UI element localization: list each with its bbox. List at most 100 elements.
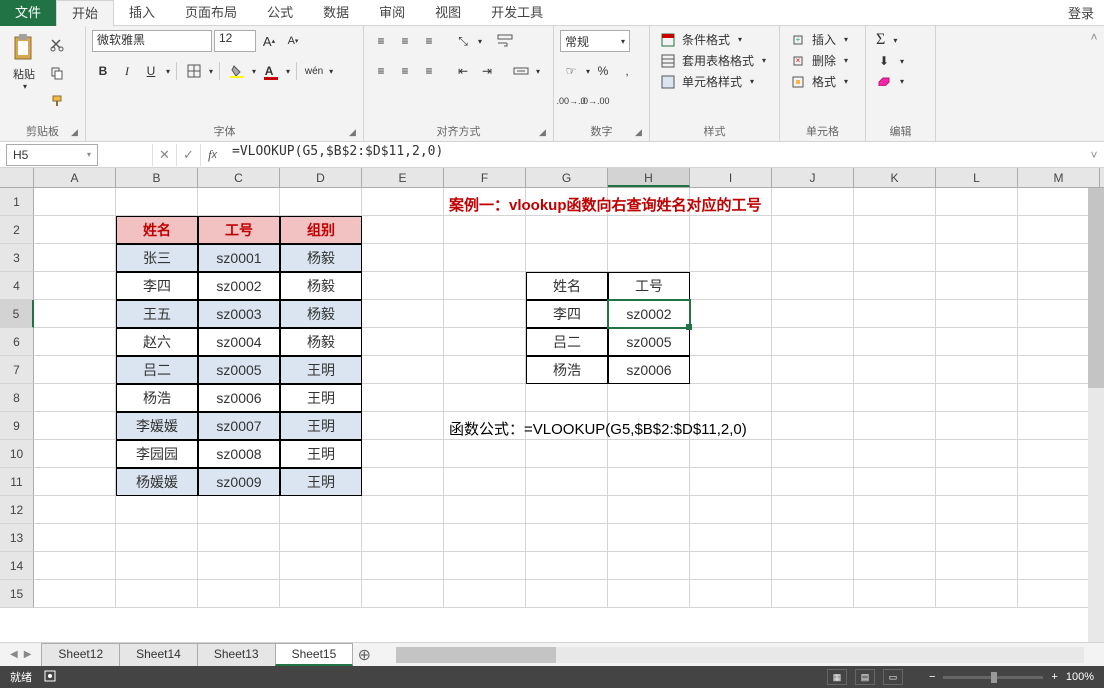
cell[interactable] [34,216,116,244]
phonetic-button[interactable]: wén [303,60,325,82]
increase-font-button[interactable]: A▴ [258,30,280,52]
cell[interactable] [854,356,936,384]
cell[interactable] [772,524,854,552]
wrap-text-button[interactable] [494,30,516,52]
cell[interactable]: 张三 [116,244,198,272]
format-cells-button[interactable]: 格式▾ [786,72,852,91]
cell[interactable] [936,468,1018,496]
cell[interactable] [444,272,526,300]
border-button[interactable] [183,60,205,82]
cell[interactable] [690,496,772,524]
cell[interactable] [526,580,608,608]
cell[interactable] [444,412,526,440]
add-sheet-button[interactable]: ⊕ [352,645,376,665]
increase-decimal-button[interactable]: .00→.0 [560,90,582,112]
cell[interactable] [444,384,526,412]
cell[interactable] [362,244,444,272]
cell[interactable] [608,468,690,496]
formula-input[interactable]: =VLOOKUP(G5,$B$2:$D$11,2,0) [224,144,1084,166]
cell[interactable] [34,468,116,496]
cell[interactable]: 王明 [280,440,362,468]
cell[interactable]: sz0006 [198,384,280,412]
cell[interactable] [608,244,690,272]
cell[interactable]: sz0006 [608,356,690,384]
row-header[interactable]: 7 [0,356,34,384]
cell[interactable]: 杨浩 [116,384,198,412]
cell[interactable]: 赵六 [116,328,198,356]
cell[interactable] [772,300,854,328]
dialog-launcher-icon[interactable]: ◢ [539,127,551,139]
cell[interactable] [116,580,198,608]
column-header[interactable]: F [444,168,526,187]
sheet-nav-next[interactable]: ▶ [24,649,32,660]
cell[interactable] [34,580,116,608]
cell[interactable] [116,188,198,216]
increase-indent-button[interactable]: ⇥ [476,60,498,82]
cell[interactable]: 杨毅 [280,328,362,356]
column-header[interactable]: G [526,168,608,187]
cell[interactable]: 组别 [280,216,362,244]
cell[interactable] [362,468,444,496]
name-box[interactable]: H5 ▾ [6,144,98,166]
select-all-corner[interactable] [0,168,34,187]
cell[interactable] [34,552,116,580]
cell[interactable] [772,356,854,384]
cell[interactable] [198,580,280,608]
row-header[interactable]: 4 [0,272,34,300]
cell[interactable] [690,328,772,356]
row-header[interactable]: 2 [0,216,34,244]
column-header[interactable]: H [608,168,690,187]
view-page-break-button[interactable]: ▭ [883,669,903,685]
cell[interactable] [690,188,772,216]
cell[interactable] [936,188,1018,216]
cell[interactable] [362,496,444,524]
cell[interactable] [936,580,1018,608]
cell[interactable] [854,552,936,580]
cell[interactable] [690,552,772,580]
format-as-table-button[interactable]: 套用表格格式▾ [656,51,770,70]
cell[interactable] [772,328,854,356]
tab-formulas[interactable]: 公式 [252,0,308,26]
cell[interactable]: sz0002 [608,300,690,328]
cell[interactable] [854,272,936,300]
cell[interactable] [854,300,936,328]
tab-file[interactable]: 文件 [0,0,56,26]
dialog-launcher-icon[interactable]: ◢ [349,127,361,139]
cell[interactable] [362,412,444,440]
cell[interactable] [772,552,854,580]
tab-home[interactable]: 开始 [56,0,114,26]
row-header[interactable]: 3 [0,244,34,272]
cell[interactable] [936,356,1018,384]
cell[interactable] [444,188,526,216]
delete-cells-button[interactable]: × 删除▾ [786,51,852,70]
cell[interactable] [362,272,444,300]
cell[interactable] [116,552,198,580]
cell[interactable] [690,384,772,412]
login-link[interactable]: 登录 [1068,3,1094,22]
cell[interactable] [444,328,526,356]
cell[interactable] [936,300,1018,328]
cell[interactable] [444,440,526,468]
cell[interactable] [526,524,608,552]
align-bottom-button[interactable]: ≡ [418,30,440,52]
collapse-ribbon-button[interactable]: ˄ [1084,26,1104,141]
fill-button[interactable]: ⬇▾ [872,52,908,70]
cell[interactable] [198,188,280,216]
tab-insert[interactable]: 插入 [114,0,170,26]
cell[interactable]: 杨毅 [280,244,362,272]
cell[interactable] [854,216,936,244]
column-header[interactable]: K [854,168,936,187]
cell[interactable] [34,384,116,412]
decrease-font-button[interactable]: A▾ [282,30,304,52]
cell[interactable] [526,552,608,580]
comma-button[interactable]: , [616,60,638,82]
sheet-tab[interactable]: Sheet15 [275,643,354,666]
font-name-select[interactable]: 微软雅黑 [92,30,212,52]
orientation-button[interactable]: ⤡ [452,30,474,52]
cell[interactable] [772,440,854,468]
cell[interactable]: 工号 [198,216,280,244]
cell[interactable] [34,412,116,440]
view-page-layout-button[interactable]: ▤ [855,669,875,685]
cell[interactable] [936,412,1018,440]
cell[interactable] [690,272,772,300]
